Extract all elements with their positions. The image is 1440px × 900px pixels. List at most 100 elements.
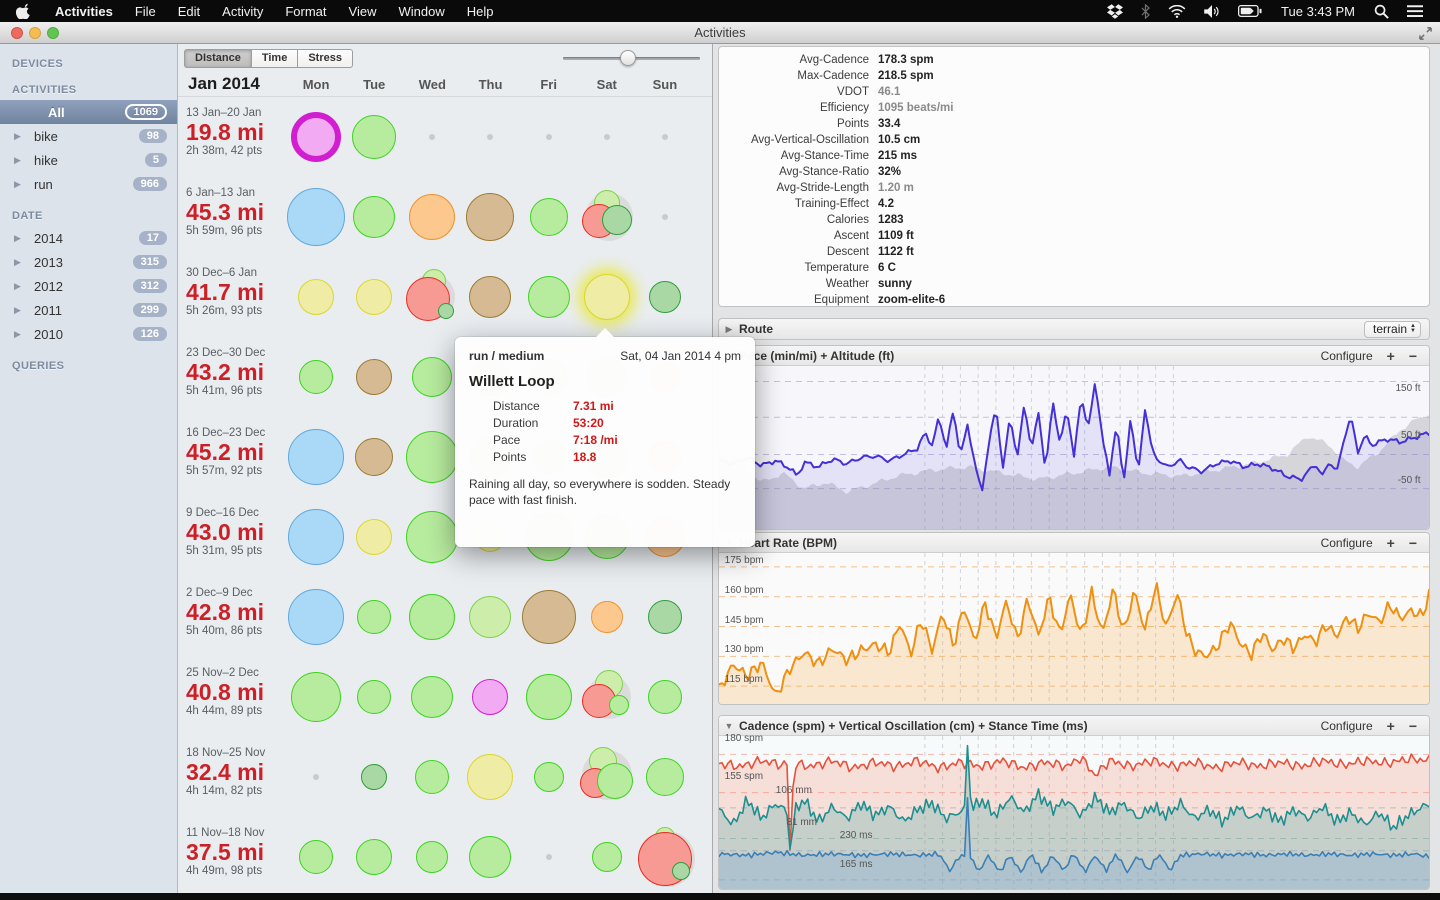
zoom-in-button[interactable]: + bbox=[1387, 348, 1395, 364]
menu-file[interactable]: File bbox=[124, 4, 167, 19]
configure-button[interactable]: Configure bbox=[1321, 719, 1373, 733]
zoom-in-button[interactable]: + bbox=[1387, 535, 1395, 551]
view-toggle-stress[interactable]: Stress bbox=[297, 49, 353, 68]
activity-bubble[interactable] bbox=[288, 589, 345, 645]
activity-bubble[interactable] bbox=[287, 188, 346, 246]
activity-bubble[interactable] bbox=[299, 840, 334, 874]
activity-bubble[interactable] bbox=[299, 360, 334, 394]
activity-bubble[interactable] bbox=[466, 193, 515, 241]
dropbox-icon[interactable] bbox=[1102, 0, 1128, 22]
volume-icon[interactable] bbox=[1199, 0, 1225, 22]
zoom-out-button[interactable]: − bbox=[1409, 348, 1417, 364]
activity-bubble[interactable] bbox=[409, 194, 456, 240]
activity-bubble[interactable] bbox=[288, 429, 345, 485]
activity-bubble[interactable] bbox=[647, 680, 682, 714]
view-toggle-distance[interactable]: DIstance bbox=[184, 49, 251, 68]
activity-bubble[interactable] bbox=[406, 511, 459, 563]
menu-clock[interactable]: Tue 3:43 PM bbox=[1275, 4, 1361, 19]
sidebar-item-all[interactable]: All 1069 bbox=[0, 100, 177, 124]
menu-app-name[interactable]: Activities bbox=[44, 4, 124, 19]
activity-bubble[interactable] bbox=[527, 276, 570, 318]
activity-bubble[interactable] bbox=[521, 590, 576, 644]
activity-bubble[interactable] bbox=[472, 679, 509, 715]
disclosure-triangle-icon[interactable]: ▶ bbox=[14, 233, 28, 244]
activity-bubble[interactable] bbox=[533, 762, 564, 792]
menu-activity[interactable]: Activity bbox=[211, 4, 274, 19]
disclosure-triangle-icon[interactable]: ▶ bbox=[14, 179, 28, 190]
title-bar[interactable]: Activities bbox=[0, 22, 1440, 44]
pace-altitude-chart[interactable]: 150 ft 50 ft -50 ft bbox=[719, 366, 1429, 529]
zoom-out-button[interactable]: − bbox=[1409, 718, 1417, 734]
activity-bubble[interactable] bbox=[608, 695, 629, 715]
activity-bubble[interactable] bbox=[356, 279, 393, 315]
disclosure-triangle-icon[interactable]: ▶ bbox=[14, 155, 28, 166]
wifi-icon[interactable] bbox=[1163, 0, 1191, 22]
disclosure-triangle-icon[interactable]: ▶ bbox=[14, 281, 28, 292]
activity-bubble[interactable] bbox=[469, 276, 512, 318]
activity-bubble[interactable] bbox=[525, 674, 572, 720]
heart-rate-chart[interactable]: 175 bpm 160 bpm 145 bpm 130 bpm 115 bpm bbox=[719, 553, 1429, 704]
menu-view[interactable]: View bbox=[338, 4, 388, 19]
activity-bubble[interactable] bbox=[352, 115, 397, 159]
activity-bubble[interactable] bbox=[469, 836, 512, 878]
activity-bubble[interactable] bbox=[596, 763, 633, 799]
configure-button[interactable]: Configure bbox=[1321, 349, 1373, 363]
activity-bubble[interactable] bbox=[583, 274, 630, 320]
sidebar-item-2013[interactable]: ▶ 2013 315 bbox=[0, 250, 177, 274]
activity-bubble[interactable] bbox=[355, 438, 394, 476]
spotlight-icon[interactable] bbox=[1369, 0, 1394, 22]
disclosure-triangle-icon[interactable]: ▶ bbox=[14, 329, 28, 340]
activity-bubble[interactable] bbox=[590, 601, 623, 633]
activity-bubble[interactable] bbox=[291, 672, 342, 722]
bluetooth-icon[interactable] bbox=[1136, 0, 1155, 22]
activity-bubble[interactable] bbox=[601, 205, 632, 235]
disclosure-triangle-icon[interactable]: ▶ bbox=[14, 305, 28, 316]
activity-bubble[interactable] bbox=[647, 600, 682, 634]
menu-edit[interactable]: Edit bbox=[167, 4, 211, 19]
activity-bubble[interactable] bbox=[406, 431, 459, 483]
sidebar-item-2012[interactable]: ▶ 2012 312 bbox=[0, 274, 177, 298]
activity-bubble[interactable] bbox=[467, 754, 514, 800]
activity-bubble[interactable] bbox=[438, 303, 455, 319]
bubble-size-slider[interactable] bbox=[563, 44, 700, 72]
activity-bubble[interactable] bbox=[356, 519, 393, 555]
activity-bubble[interactable] bbox=[645, 758, 684, 796]
activity-bubble[interactable] bbox=[357, 600, 392, 634]
sidebar-item-2011[interactable]: ▶ 2011 299 bbox=[0, 298, 177, 322]
sidebar-item-2014[interactable]: ▶ 2014 17 bbox=[0, 226, 177, 250]
zoom-in-button[interactable]: + bbox=[1387, 718, 1395, 734]
view-toggle-time[interactable]: Time bbox=[250, 49, 298, 68]
fullscreen-icon[interactable] bbox=[1419, 27, 1432, 45]
activity-bubble[interactable] bbox=[361, 764, 388, 790]
menu-format[interactable]: Format bbox=[274, 4, 337, 19]
menu-window[interactable]: Window bbox=[387, 4, 455, 19]
activity-bubble[interactable] bbox=[591, 842, 622, 872]
expand-icon[interactable]: ▶ bbox=[719, 324, 739, 335]
activity-bubble[interactable] bbox=[416, 841, 449, 873]
activity-bubble[interactable] bbox=[291, 112, 342, 162]
sidebar-item-2010[interactable]: ▶ 2010 126 bbox=[0, 322, 177, 346]
activity-bubble[interactable] bbox=[356, 839, 393, 875]
route-section-bar[interactable]: ▶ Route terrain ▲ ▼ bbox=[718, 318, 1430, 340]
sidebar-item-hike[interactable]: ▶ hike 5 bbox=[0, 148, 177, 172]
disclosure-triangle-icon[interactable]: ▶ bbox=[14, 131, 28, 142]
configure-button[interactable]: Configure bbox=[1321, 536, 1373, 550]
collapse-icon[interactable]: ▼ bbox=[719, 721, 739, 731]
activity-bubble[interactable] bbox=[671, 862, 690, 880]
zoom-out-button[interactable]: − bbox=[1409, 535, 1417, 551]
activity-bubble[interactable] bbox=[353, 196, 396, 238]
route-style-dropdown[interactable]: terrain ▲ ▼ bbox=[1364, 320, 1421, 338]
activity-bubble[interactable] bbox=[412, 357, 453, 397]
activity-bubble[interactable] bbox=[356, 359, 393, 395]
apple-menu-icon[interactable] bbox=[0, 3, 44, 19]
notification-center-icon[interactable] bbox=[1402, 0, 1428, 22]
activity-bubble[interactable] bbox=[469, 596, 512, 638]
sidebar-item-run[interactable]: ▶ run 966 bbox=[0, 172, 177, 196]
activity-bubble[interactable] bbox=[411, 676, 454, 718]
cadence-chart[interactable]: 180 spm 155 spm 106 mm 81 mm 230 ms 165 ms bbox=[719, 733, 1429, 889]
activity-bubble[interactable] bbox=[288, 509, 345, 565]
activity-bubble[interactable] bbox=[415, 760, 450, 794]
activity-bubble[interactable] bbox=[357, 680, 392, 714]
disclosure-triangle-icon[interactable]: ▶ bbox=[14, 257, 28, 268]
battery-icon[interactable] bbox=[1233, 0, 1267, 22]
